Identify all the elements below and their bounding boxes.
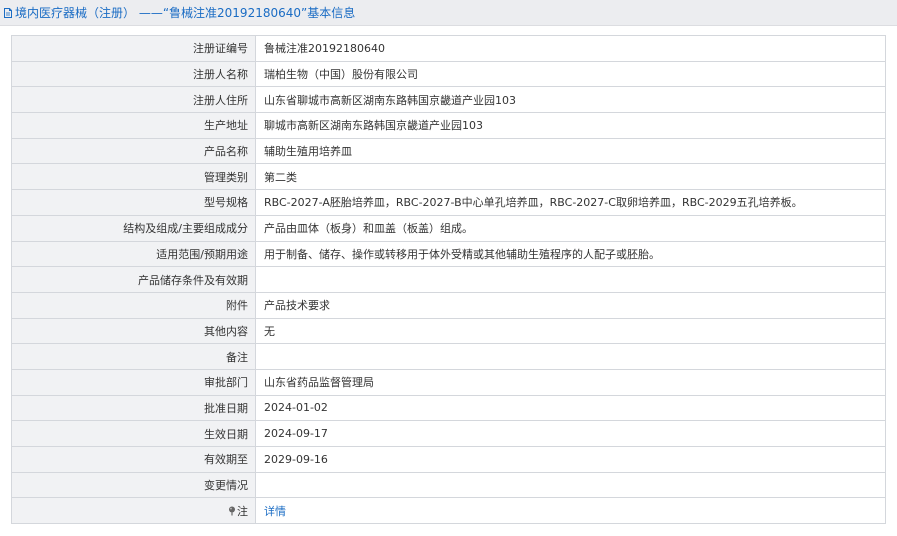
note-value-cell: 详情 <box>255 497 886 525</box>
row-label: 适用范围/预期用途 <box>11 240 256 268</box>
row-value: 2029-09-16 <box>255 446 886 473</box>
document-icon <box>4 7 12 18</box>
row-value: 用于制备、储存、操作或转移用于体外受精或其他辅助生殖程序的人配子或胚胎。 <box>255 240 886 268</box>
table-row: 生产地址 聊城市高新区湖南东路韩国京畿道产业园103 <box>11 112 886 139</box>
table-row: 产品储存条件及有效期 <box>11 266 886 293</box>
row-label: 批准日期 <box>11 394 256 422</box>
row-value: 鲁械注准20192180640 <box>255 35 886 62</box>
row-value <box>255 343 886 370</box>
table-row: 结构及组成/主要组成成分 产品由皿体（板身）和皿盖（板盖）组成。 <box>11 214 886 242</box>
table-row: 备注 <box>11 343 886 370</box>
row-value: 2024-09-17 <box>255 420 886 447</box>
row-value: 产品技术要求 <box>255 291 886 319</box>
table-row: 变更情况 <box>11 471 886 499</box>
row-label: 结构及组成/主要组成成分 <box>11 214 256 242</box>
row-label: 备注 <box>11 343 256 370</box>
row-label: 生效日期 <box>11 420 256 447</box>
table-row: 注册人名称 瑞柏生物（中国）股份有限公司 <box>11 60 886 88</box>
row-value: 第二类 <box>255 163 886 191</box>
table-row: 批准日期 2024-01-02 <box>11 394 886 422</box>
row-label: 产品储存条件及有效期 <box>11 266 256 293</box>
table-row: 生效日期 2024-09-17 <box>11 420 886 447</box>
table-row: 其他内容 无 <box>11 317 886 345</box>
row-label: 注册证编号 <box>11 35 256 62</box>
table-row: 管理类别 第二类 <box>11 163 886 191</box>
row-value: 产品由皿体（板身）和皿盖（板盖）组成。 <box>255 214 886 242</box>
note-label-cell: 注 <box>11 497 256 525</box>
table-row: 注册人住所 山东省聊城市高新区湖南东路韩国京畿道产业园103 <box>11 86 886 114</box>
row-label: 产品名称 <box>11 137 256 165</box>
row-label: 管理类别 <box>11 163 256 191</box>
row-value: 辅助生殖用培养皿 <box>255 137 886 165</box>
row-label: 注册人住所 <box>11 86 256 114</box>
row-value <box>255 266 886 293</box>
note-label: 注 <box>237 504 248 518</box>
row-label: 生产地址 <box>11 112 256 139</box>
row-label: 附件 <box>11 291 256 319</box>
page-title: 境内医疗器械（注册） ——“鲁械注准20192180640”基本信息 <box>15 6 356 20</box>
page-header: 境内医疗器械（注册） ——“鲁械注准20192180640”基本信息 <box>0 0 897 26</box>
table-row: 有效期至 2029-09-16 <box>11 446 886 473</box>
table-row: 注册证编号 鲁械注准20192180640 <box>11 35 886 62</box>
note-row: 注 详情 <box>11 497 886 525</box>
row-value: 山东省药品监督管理局 <box>255 368 886 396</box>
row-value: 山东省聊城市高新区湖南东路韩国京畿道产业园103 <box>255 86 886 114</box>
row-label: 其他内容 <box>11 317 256 345</box>
table-row: 型号规格 RBC-2027-A胚胎培养皿，RBC-2027-B中心单孔培养皿，R… <box>11 189 886 216</box>
pin-icon <box>229 506 235 516</box>
row-value: 2024-01-02 <box>255 394 886 422</box>
table-row: 适用范围/预期用途 用于制备、储存、操作或转移用于体外受精或其他辅助生殖程序的人… <box>11 240 886 268</box>
table-row: 审批部门 山东省药品监督管理局 <box>11 368 886 396</box>
row-value: 瑞柏生物（中国）股份有限公司 <box>255 60 886 88</box>
row-label: 审批部门 <box>11 368 256 396</box>
table-row: 产品名称 辅助生殖用培养皿 <box>11 137 886 165</box>
row-value <box>255 471 886 499</box>
row-value: 无 <box>255 317 886 345</box>
row-label: 注册人名称 <box>11 60 256 88</box>
row-label: 型号规格 <box>11 189 256 216</box>
row-label: 变更情况 <box>11 471 256 499</box>
table-row: 附件 产品技术要求 <box>11 291 886 319</box>
details-link[interactable]: 详情 <box>264 505 286 518</box>
row-value: 聊城市高新区湖南东路韩国京畿道产业园103 <box>255 112 886 139</box>
row-label: 有效期至 <box>11 446 256 473</box>
row-value: RBC-2027-A胚胎培养皿，RBC-2027-B中心单孔培养皿，RBC-20… <box>255 189 886 216</box>
device-info-table: 注册证编号 鲁械注准20192180640 注册人名称 瑞柏生物（中国）股份有限… <box>11 35 886 525</box>
